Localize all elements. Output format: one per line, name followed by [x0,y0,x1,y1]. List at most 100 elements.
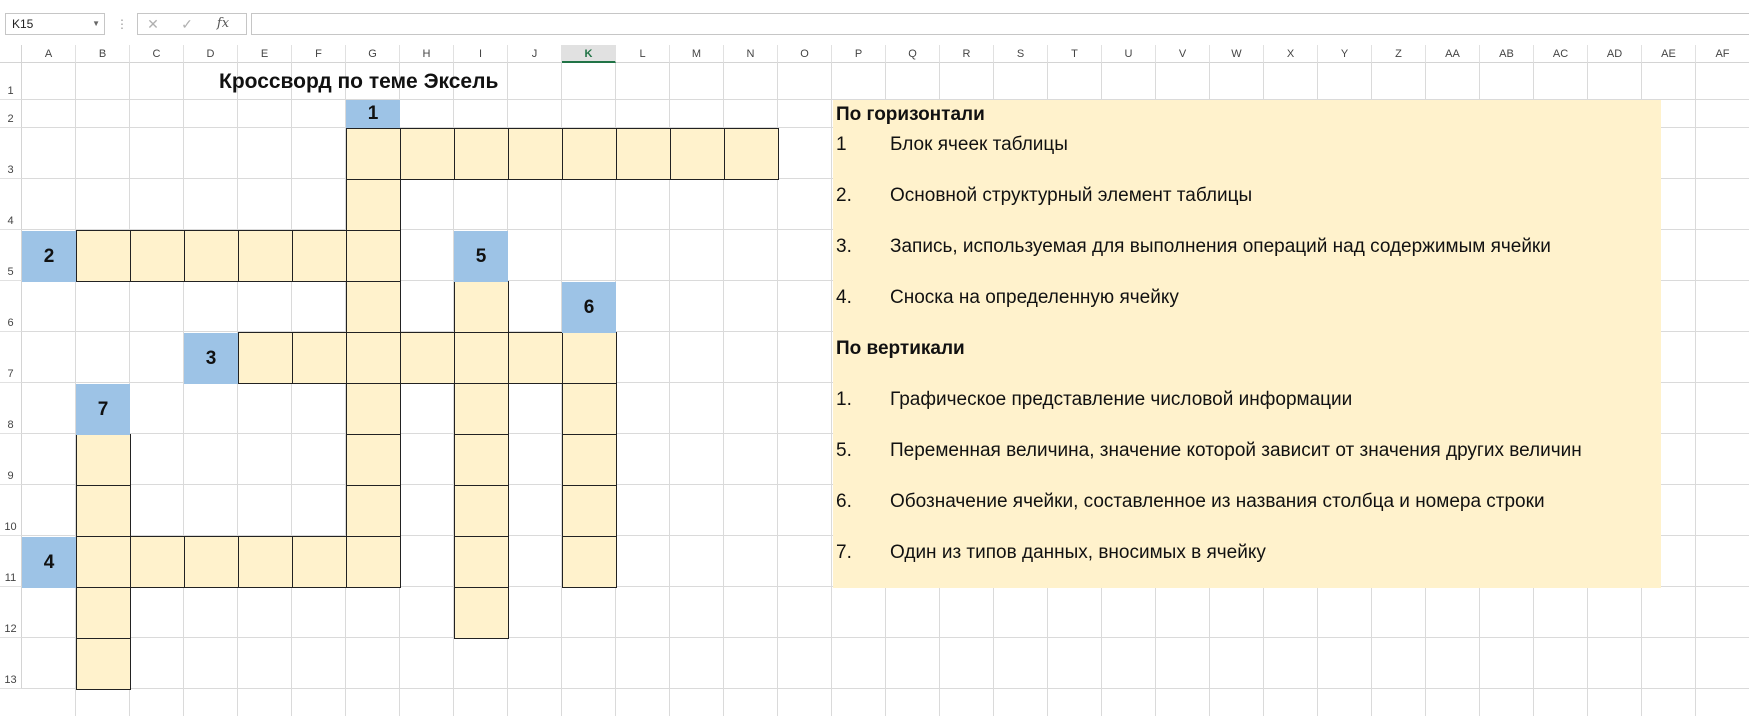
column-header[interactable]: I [454,45,508,63]
answer-cell[interactable] [562,434,617,486]
answer-cell[interactable] [130,536,185,588]
column-header[interactable]: AD [1588,45,1642,63]
answer-cell[interactable] [346,383,401,435]
answer-cell[interactable] [724,128,779,180]
column-header[interactable]: H [400,45,454,63]
column-header[interactable]: S [994,45,1048,63]
clue-number-cell[interactable]: 4 [22,537,76,588]
column-header[interactable]: L [616,45,670,63]
column-header[interactable]: AF [1696,45,1749,63]
row-header[interactable]: 5 [0,230,22,281]
worksheet-grid[interactable]: A B C D E F G H I J K L M N O P Q R S T U V W X Y Z AA AB AC AD AE AF 1 2… [0,0,1749,716]
column-header[interactable]: D [184,45,238,63]
answer-cell[interactable] [508,128,563,180]
column-header[interactable]: X [1264,45,1318,63]
clue-number-cell[interactable]: 7 [76,384,130,435]
answer-cell[interactable] [76,230,131,282]
answer-cell[interactable] [130,230,185,282]
row-header[interactable]: 1 [0,63,22,100]
column-header[interactable]: J [508,45,562,63]
column-header[interactable]: K [562,45,616,63]
clue-number-cell[interactable]: 2 [22,231,76,282]
clue-number-cell[interactable]: 6 [562,282,616,333]
answer-cell[interactable] [238,536,293,588]
answer-cell[interactable] [454,128,509,180]
row-header[interactable]: 9 [0,434,22,485]
answer-cell[interactable] [76,638,131,690]
row-header[interactable]: 11 [0,536,22,587]
answer-cell[interactable] [346,230,401,282]
column-header[interactable]: AC [1534,45,1588,63]
answer-cell[interactable] [346,332,401,384]
answer-cell[interactable] [184,230,239,282]
clue-number-cell[interactable]: 1 [346,100,400,128]
answer-cell[interactable] [562,536,617,588]
row-header[interactable]: 8 [0,383,22,434]
column-header[interactable]: M [670,45,724,63]
column-header[interactable]: R [940,45,994,63]
column-header[interactable]: U [1102,45,1156,63]
column-header[interactable]: Q [886,45,940,63]
answer-cell[interactable] [616,128,671,180]
answer-cell[interactable] [670,128,725,180]
answer-cell[interactable] [238,230,293,282]
column-header[interactable]: E [238,45,292,63]
answer-cell[interactable] [184,536,239,588]
column-header[interactable]: AE [1642,45,1696,63]
select-all-corner[interactable] [0,45,22,63]
answer-cell[interactable] [292,536,347,588]
answer-cell[interactable] [454,485,509,537]
answer-cell[interactable] [346,179,401,231]
row-header[interactable]: 7 [0,332,22,383]
answer-cell[interactable] [238,332,293,384]
answer-cell[interactable] [400,128,455,180]
column-header[interactable]: F [292,45,346,63]
column-header[interactable]: T [1048,45,1102,63]
answer-cell[interactable] [346,434,401,486]
answer-cell[interactable] [400,332,455,384]
row-header[interactable]: 12 [0,587,22,638]
answer-cell[interactable] [508,332,563,384]
answer-cell[interactable] [346,128,401,180]
row-header[interactable]: 4 [0,179,22,230]
column-header[interactable]: C [130,45,184,63]
column-header[interactable]: AA [1426,45,1480,63]
column-header[interactable]: N [724,45,778,63]
answer-cell[interactable] [562,128,617,180]
answer-cell[interactable] [562,383,617,435]
answer-cell[interactable] [346,485,401,537]
column-header[interactable]: O [778,45,832,63]
row-header[interactable]: 6 [0,281,22,332]
answer-cell[interactable] [454,281,509,333]
column-header[interactable]: Y [1318,45,1372,63]
column-header[interactable]: P [832,45,886,63]
clue-number-cell[interactable]: 3 [184,333,238,384]
answer-cell[interactable] [562,332,617,384]
column-header[interactable]: A [22,45,76,63]
column-header[interactable]: G [346,45,400,63]
column-header[interactable]: Z [1372,45,1426,63]
column-header[interactable]: W [1210,45,1264,63]
answer-cell[interactable] [292,230,347,282]
clue-number-cell[interactable]: 5 [454,231,508,282]
row-header[interactable]: 13 [0,638,22,689]
answer-cell[interactable] [454,383,509,435]
answer-cell[interactable] [454,332,509,384]
answer-cell[interactable] [292,332,347,384]
answer-cell[interactable] [76,536,131,588]
row-header[interactable]: 2 [0,100,22,128]
answer-cell[interactable] [454,587,509,639]
answer-cell[interactable] [76,587,131,639]
answer-cell[interactable] [76,434,131,486]
answer-cell[interactable] [346,281,401,333]
answer-cell[interactable] [562,485,617,537]
row-header[interactable]: 3 [0,128,22,179]
answer-cell[interactable] [454,434,509,486]
answer-cell[interactable] [454,536,509,588]
row-header[interactable]: 10 [0,485,22,536]
column-header[interactable]: V [1156,45,1210,63]
answer-cell[interactable] [76,485,131,537]
column-header[interactable]: B [76,45,130,63]
answer-cell[interactable] [346,536,401,588]
column-header[interactable]: AB [1480,45,1534,63]
